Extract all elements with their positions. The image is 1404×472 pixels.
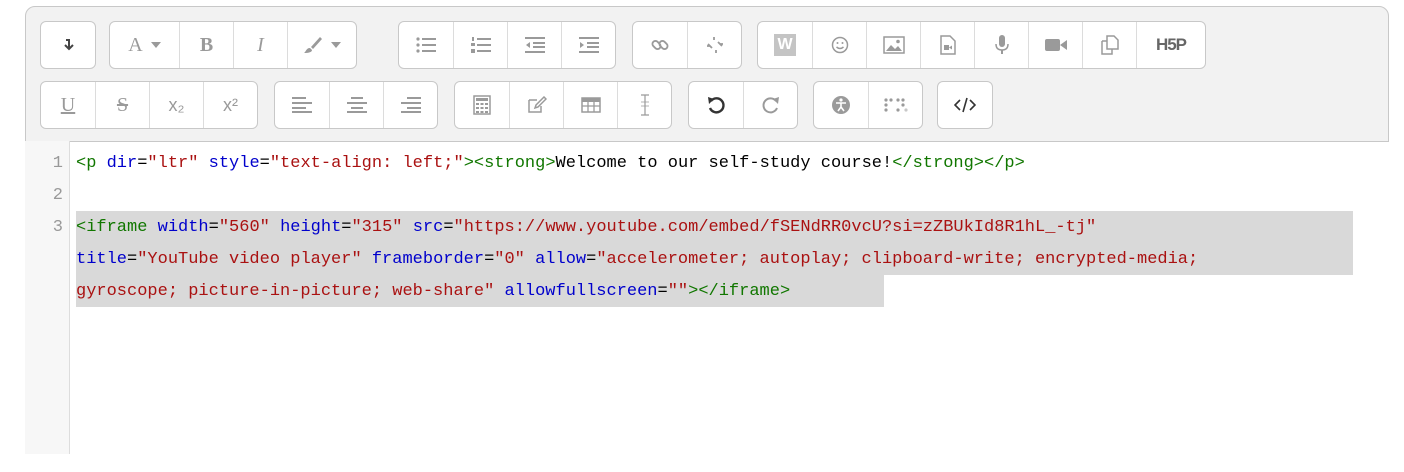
- code-line-1[interactable]: <p dir="ltr" style="text-align: left;"><…: [76, 154, 1025, 173]
- code-editor[interactable]: 1 2 3 <p dir="ltr" style="text-align: le…: [25, 141, 1389, 454]
- undo-icon: [706, 95, 726, 115]
- history-group: [688, 81, 798, 129]
- unlink-icon: [705, 35, 725, 55]
- italic-icon: I: [257, 34, 264, 56]
- word-paste-button[interactable]: W: [758, 22, 812, 68]
- format-group: U S x₂ x²: [40, 81, 258, 129]
- table-icon: [580, 97, 601, 113]
- link-icon: [650, 35, 670, 55]
- background-color-button[interactable]: [287, 22, 356, 68]
- align-left-button[interactable]: [275, 82, 329, 128]
- undo-button[interactable]: [689, 82, 743, 128]
- unordered-list-button[interactable]: [399, 22, 453, 68]
- record-video-button[interactable]: [1028, 22, 1082, 68]
- collapse-button[interactable]: [41, 22, 95, 68]
- list-group: [398, 21, 616, 69]
- chevron-down-icon: [331, 42, 341, 48]
- link-group: [632, 21, 742, 69]
- html-group: [937, 81, 993, 129]
- media-icon: [939, 35, 957, 55]
- align-group: [274, 81, 438, 129]
- align-right-icon: [400, 97, 421, 113]
- bold-button[interactable]: B: [179, 22, 233, 68]
- special-char-button[interactable]: [509, 82, 563, 128]
- h5p-icon: H5P: [1155, 35, 1187, 54]
- outdent-button[interactable]: [507, 22, 561, 68]
- unordered-list-icon: [416, 37, 436, 53]
- html-editor: A B I W H5P U S x₂ x² 1 2 3 <p dir="ltr"…: [25, 6, 1389, 454]
- font-color-icon: A: [128, 34, 143, 56]
- subscript-button[interactable]: x₂: [149, 82, 203, 128]
- manage-files-icon: [1100, 35, 1120, 55]
- word-paste-icon: W: [774, 34, 796, 56]
- ordered-list-button[interactable]: [453, 22, 507, 68]
- accessibility-icon: [831, 95, 851, 115]
- image-button[interactable]: [866, 22, 920, 68]
- h5p-button[interactable]: H5P: [1136, 22, 1205, 68]
- font-group: A B I: [109, 21, 357, 69]
- align-left-icon: [292, 97, 312, 113]
- superscript-button[interactable]: x²: [203, 82, 257, 128]
- edit-icon: [527, 96, 547, 114]
- subscript-icon: x₂: [168, 95, 185, 115]
- video-camera-icon: [1044, 38, 1067, 52]
- line-number: 3: [52, 218, 63, 237]
- collapse-icon: [61, 38, 75, 52]
- equation-button[interactable]: [455, 82, 509, 128]
- align-center-icon: [346, 97, 367, 113]
- media-button[interactable]: [920, 22, 974, 68]
- strikethrough-icon: S: [116, 94, 129, 116]
- screenreader-helper-button[interactable]: [868, 82, 922, 128]
- emoji-button[interactable]: [812, 22, 866, 68]
- align-right-button[interactable]: [383, 82, 437, 128]
- unlink-button[interactable]: [687, 22, 741, 68]
- font-color-button[interactable]: A: [110, 22, 179, 68]
- emoji-icon: [831, 36, 849, 54]
- redo-icon: [761, 95, 781, 115]
- text-cursor-icon: [639, 94, 651, 116]
- clear-format-button[interactable]: [617, 82, 671, 128]
- code-icon: [954, 97, 976, 113]
- outdent-icon: [524, 37, 545, 53]
- calculator-icon: [473, 95, 491, 115]
- code-line-3[interactable]: <iframe width="560" height="315" src="ht…: [76, 218, 1096, 237]
- braille-icon: [883, 98, 908, 112]
- image-icon: [882, 36, 905, 54]
- strikethrough-button[interactable]: S: [95, 82, 149, 128]
- underline-button[interactable]: U: [41, 82, 95, 128]
- link-button[interactable]: [633, 22, 687, 68]
- italic-button[interactable]: I: [233, 22, 287, 68]
- code-line-3-wrap[interactable]: title="YouTube video player" frameborder…: [76, 250, 1198, 269]
- accessibility-checker-button[interactable]: [814, 82, 868, 128]
- record-audio-button[interactable]: [974, 22, 1028, 68]
- indent-icon: [578, 37, 599, 53]
- collapse-group: [40, 21, 96, 69]
- manage-files-button[interactable]: [1082, 22, 1136, 68]
- paintbrush-icon: [303, 36, 323, 54]
- bold-icon: B: [199, 34, 214, 56]
- line-number: 2: [52, 186, 63, 205]
- editor-toolbar: A B I W H5P U S x₂ x²: [25, 6, 1389, 142]
- redo-button[interactable]: [743, 82, 797, 128]
- ordered-list-icon: [470, 36, 491, 54]
- code-line-3-wrap[interactable]: gyroscope; picture-in-picture; web-share…: [76, 282, 790, 301]
- insert-group: W H5P: [757, 21, 1206, 69]
- table-button[interactable]: [563, 82, 617, 128]
- align-center-button[interactable]: [329, 82, 383, 128]
- chevron-down-icon: [150, 42, 161, 48]
- line-number: 1: [52, 154, 63, 173]
- html-source-button[interactable]: [938, 82, 992, 128]
- indent-button[interactable]: [561, 22, 615, 68]
- microphone-icon: [994, 35, 1009, 55]
- accessibility-group: [813, 81, 923, 129]
- tools-group: [454, 81, 672, 129]
- underline-icon: U: [60, 94, 76, 116]
- superscript-icon: x²: [223, 95, 238, 115]
